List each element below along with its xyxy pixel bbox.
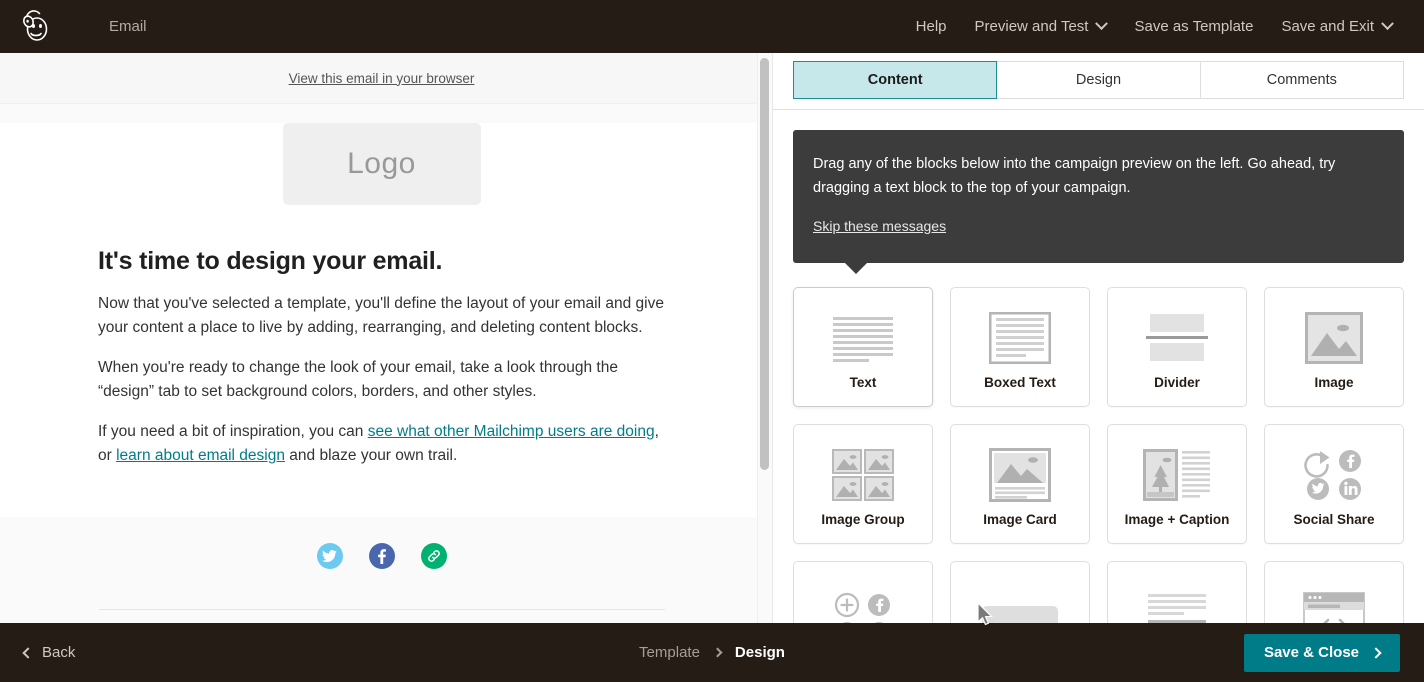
app-label: Email (109, 18, 147, 35)
save-and-close-label: Save & Close (1263, 644, 1359, 661)
content-blocks-grid: Text Boxed Text Divider Image Image Grou… (793, 287, 1404, 623)
back-button-label: Back (42, 644, 76, 661)
divider-icon (1146, 305, 1208, 371)
p3-post: and blaze your own trail. (284, 447, 458, 464)
block-boxed-text[interactable]: Boxed Text (950, 287, 1090, 407)
block-image-caption[interactable]: Image + Caption (1107, 424, 1247, 544)
social-share-icon (1303, 442, 1365, 508)
back-button[interactable]: Back (22, 644, 76, 661)
preview-paragraph-3: If you need a bit of inspiration, you ca… (98, 420, 665, 468)
nav-help-label: Help (915, 18, 947, 35)
block-image-group-label: Image Group (821, 511, 905, 527)
nav-save-and-exit-label: Save and Exit (1281, 18, 1374, 35)
content-panel: Content Design Comments Drag any of the … (772, 53, 1424, 623)
preview-browser-bar: View this email in your browser (0, 53, 763, 104)
block-divider-label: Divider (1154, 374, 1200, 390)
social-follow-icon (832, 586, 894, 623)
chevron-down-icon (1381, 17, 1394, 31)
mailchimp-monkey-logo (23, 9, 48, 41)
image-icon (1305, 305, 1363, 371)
mailchimp-logo[interactable] (0, 0, 74, 53)
nav-preview-and-test-label: Preview and Test (974, 18, 1089, 35)
p3-pre: If you need a bit of inspiration, you ca… (98, 423, 368, 440)
panel-tabs: Content Design Comments (773, 53, 1424, 110)
chevron-down-icon (1095, 17, 1109, 31)
chevron-right-icon (1370, 646, 1382, 659)
block-social-follow[interactable] (793, 561, 933, 623)
link-icon[interactable] (420, 543, 447, 569)
preview-paragraph-2: When you're ready to change the look of … (98, 359, 618, 400)
block-image-caption-label: Image + Caption (1124, 511, 1230, 527)
block-divider[interactable]: Divider (1107, 287, 1247, 407)
tab-design[interactable]: Design (997, 61, 1201, 99)
twitter-icon[interactable] (316, 543, 343, 569)
skip-messages-link[interactable]: Skip these messages (813, 214, 946, 238)
nav-save-as-template-label: Save as Template (1134, 18, 1254, 35)
tooltip-arrow-icon (845, 263, 867, 274)
panel-scroll-area: Drag any of the blocks below into the ca… (773, 110, 1424, 623)
chevron-left-icon (22, 646, 34, 659)
image-caption-icon (1143, 442, 1211, 508)
block-footer[interactable] (1107, 561, 1247, 623)
block-social-share-label: Social Share (1293, 511, 1375, 527)
chevron-right-icon (712, 647, 723, 658)
breadcrumb: Template Design (639, 644, 785, 661)
preview-heading: It's time to design your email. (98, 247, 443, 275)
preview-content-body: Logo It's time to design your email. Now… (0, 123, 763, 517)
tab-content[interactable]: Content (793, 61, 998, 99)
preview-footer (0, 517, 763, 623)
breadcrumb-template[interactable]: Template (639, 644, 700, 661)
logo-placeholder[interactable]: Logo (282, 123, 481, 205)
bottom-bar: Back Template Design Save & Close (0, 623, 1424, 682)
block-code[interactable] (1264, 561, 1404, 623)
footer-icon (1146, 586, 1208, 623)
tab-comments[interactable]: Comments (1200, 61, 1404, 99)
block-image-card[interactable]: Image Card (950, 424, 1090, 544)
mailchimp-users-link[interactable]: see what other Mailchimp users are doing (368, 423, 655, 440)
nav-preview-and-test[interactable]: Preview and Test (961, 0, 1121, 53)
block-text[interactable]: Text (793, 287, 933, 407)
block-social-share[interactable]: Social Share (1264, 424, 1404, 544)
block-image-card-label: Image Card (983, 511, 1057, 527)
image-group-icon (832, 442, 894, 508)
nav-save-and-exit[interactable]: Save and Exit (1267, 0, 1406, 53)
campaign-preview[interactable]: View this email in your browser Logo It'… (0, 53, 763, 623)
top-nav: Help Preview and Test Save as Template S… (902, 0, 1424, 53)
nav-help[interactable]: Help (902, 0, 961, 53)
block-image-group[interactable]: Image Group (793, 424, 933, 544)
top-bar: Email Help Preview and Test Save as Temp… (0, 0, 1424, 53)
preview-scrollbar-thumb[interactable] (760, 58, 769, 470)
tooltip-message: Drag any of the blocks below into the ca… (813, 156, 1336, 196)
block-button[interactable] (950, 561, 1090, 623)
code-icon (1303, 586, 1365, 623)
nav-save-as-template[interactable]: Save as Template (1120, 0, 1267, 53)
button-icon (981, 586, 1059, 623)
breadcrumb-design: Design (734, 644, 785, 661)
preview-paragraph-1: Now that you've selected a template, you… (98, 295, 664, 336)
block-boxed-text-label: Boxed Text (984, 374, 1056, 390)
facebook-icon[interactable] (368, 543, 395, 569)
view-in-browser-link[interactable]: View this email in your browser (289, 71, 475, 86)
text-lines-icon (831, 305, 895, 371)
onboarding-tooltip: Drag any of the blocks below into the ca… (793, 130, 1404, 274)
email-design-link[interactable]: learn about email design (116, 447, 285, 464)
preview-footer-divider (98, 609, 665, 610)
save-and-close-button[interactable]: Save & Close (1243, 633, 1400, 672)
block-image[interactable]: Image (1264, 287, 1404, 407)
block-text-label: Text (849, 374, 877, 390)
block-image-label: Image (1314, 374, 1354, 390)
image-card-icon (989, 442, 1051, 508)
preview-social-row (0, 543, 763, 569)
boxed-text-icon (989, 305, 1051, 371)
